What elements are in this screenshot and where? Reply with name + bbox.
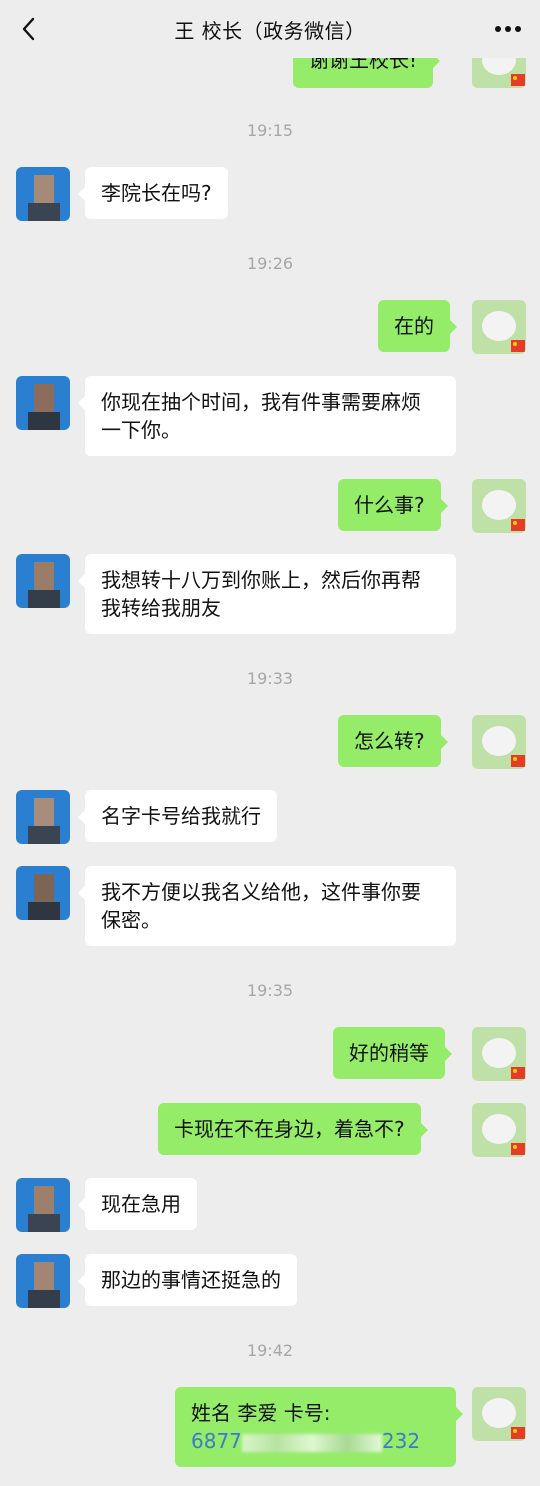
message-sent[interactable]: 好的稍等	[333, 1027, 452, 1079]
card-number-redaction	[241, 1433, 382, 1452]
contact-avatar[interactable]	[16, 1254, 70, 1308]
message-text: 好的稍等	[349, 1041, 429, 1065]
message-sent[interactable]: 卡现在不在身边，着急不?	[158, 1103, 428, 1155]
message-received[interactable]: 那边的事情还挺急的	[78, 1254, 297, 1306]
message-received[interactable]: 我不方便以我名义给他，这件事你要保密。	[78, 866, 456, 946]
message-sent[interactable]: 什么事?	[338, 479, 448, 531]
contact-avatar[interactable]	[16, 1178, 70, 1232]
timestamp: 19:15	[246, 121, 294, 140]
message-received[interactable]: 名字卡号给我就行	[78, 790, 277, 842]
message-text: 我想转十八万到你账上，然后你再帮我转给我朋友	[101, 568, 421, 620]
card-number-start: 6877	[191, 1429, 242, 1453]
card-number-line: 6877 232	[191, 1427, 420, 1455]
chat-header: 王 校长（政务微信）	[0, 0, 540, 58]
message-sent-card-info[interactable]: 姓名 李爱 卡号: 6877 232	[175, 1387, 463, 1467]
my-avatar[interactable]	[472, 300, 526, 354]
message-text: 我不方便以我名义给他，这件事你要保密。	[101, 880, 421, 932]
my-avatar[interactable]	[472, 1103, 526, 1157]
timestamp: 19:42	[246, 1341, 294, 1360]
my-avatar[interactable]	[472, 1387, 526, 1441]
message-text: 那边的事情还挺急的	[101, 1268, 281, 1292]
my-avatar[interactable]	[472, 479, 526, 533]
message-received[interactable]: 你现在抽个时间，我有件事需要麻烦一下你。	[78, 376, 456, 456]
contact-avatar[interactable]	[16, 790, 70, 844]
contact-avatar[interactable]	[16, 554, 70, 608]
message-sent[interactable]: 怎么转?	[338, 715, 448, 767]
my-avatar[interactable]	[472, 715, 526, 769]
message-text: 在的	[394, 314, 434, 338]
chat-title: 王 校长（政务微信）	[174, 18, 366, 43]
more-dots-icon[interactable]	[490, 14, 526, 44]
timestamp: 19:33	[246, 669, 294, 688]
my-avatar[interactable]	[472, 1027, 526, 1081]
contact-avatar[interactable]	[16, 376, 70, 430]
contact-avatar[interactable]	[16, 866, 70, 920]
message-text: 卡现在不在身边，着急不?	[174, 1117, 405, 1141]
message-received[interactable]: 现在急用	[78, 1178, 197, 1230]
message-received[interactable]: 我想转十八万到你账上，然后你再帮我转给我朋友	[78, 554, 456, 634]
message-text: 什么事?	[354, 493, 425, 517]
timestamp: 19:26	[246, 254, 294, 273]
message-text: 怎么转?	[354, 729, 425, 753]
back-arrow-icon[interactable]	[14, 14, 44, 44]
card-number-end: 232	[381, 1429, 421, 1453]
message-text: 李院长在吗?	[101, 181, 212, 205]
message-received[interactable]: 李院长在吗?	[78, 167, 228, 219]
contact-avatar[interactable]	[16, 167, 70, 221]
timestamp: 19:35	[246, 981, 294, 1000]
message-text: 现在急用	[101, 1192, 181, 1216]
message-text: 你现在抽个时间，我有件事需要麻烦一下你。	[101, 390, 421, 442]
message-sent[interactable]: 在的	[378, 300, 457, 352]
message-text: 名字卡号给我就行	[101, 804, 261, 828]
card-info-line: 姓名 李爱 卡号:	[191, 1401, 331, 1425]
